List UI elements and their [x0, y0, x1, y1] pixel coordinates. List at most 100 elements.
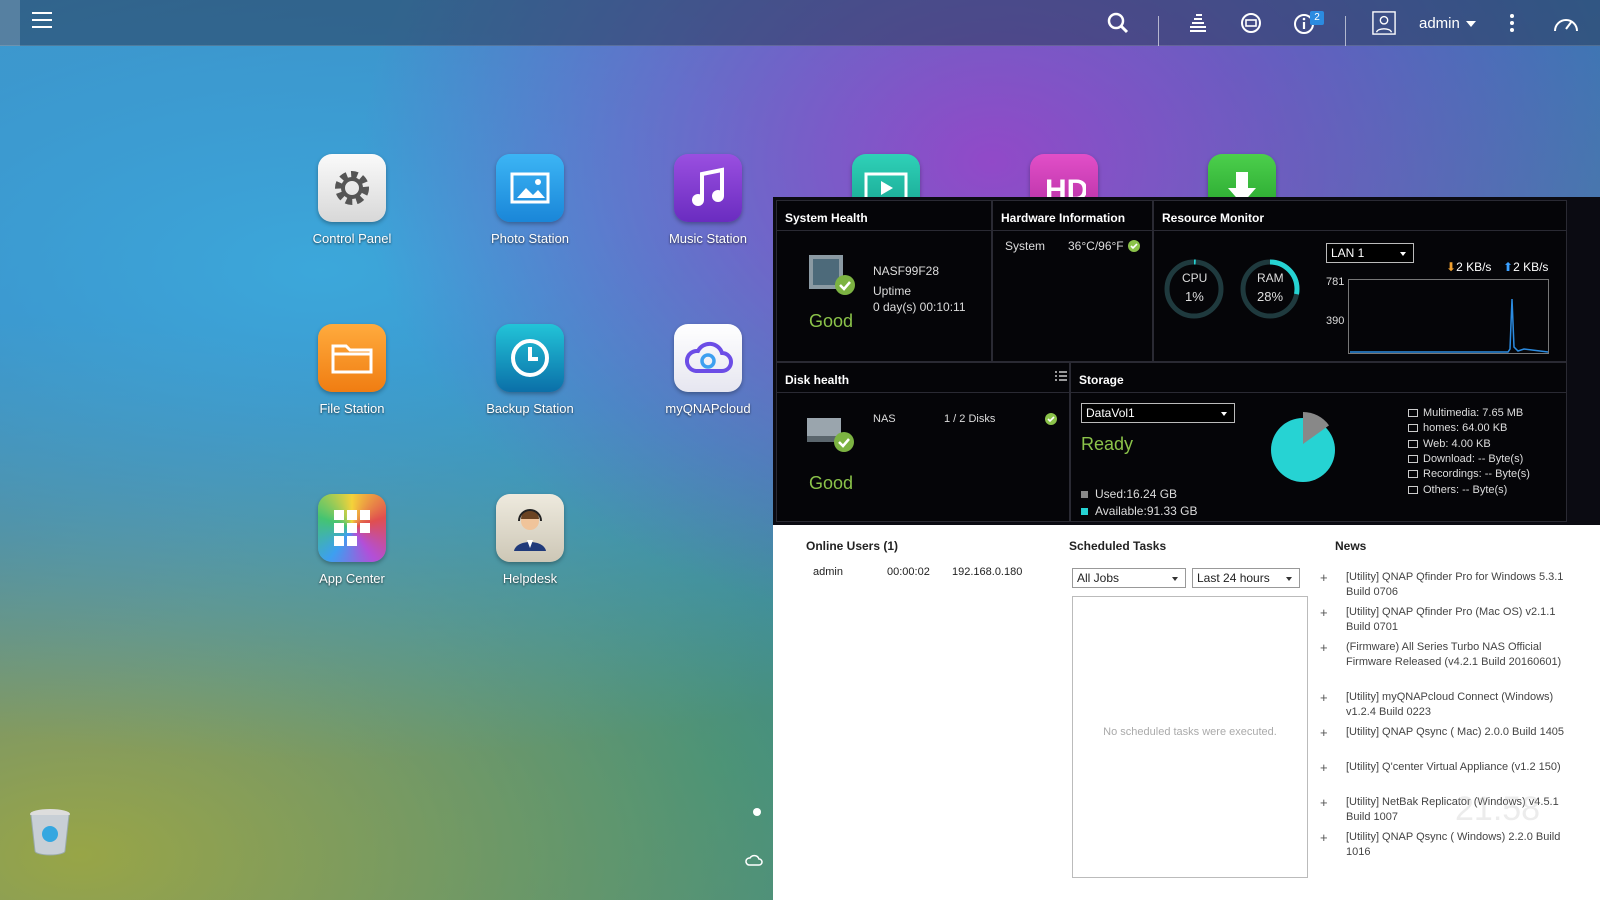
download-rate-value: 2 KB/s	[1456, 260, 1492, 274]
jobs-filter-select[interactable]: All Jobs	[1072, 568, 1186, 588]
available-value: Available:91.33 GB	[1095, 504, 1198, 518]
uptime-value: 0 day(s) 00:10:11	[873, 300, 966, 314]
folder-icon	[1408, 486, 1418, 495]
folder-usage-text: Download: -- Byte(s)	[1423, 453, 1524, 465]
cpu-value: 1%	[1185, 289, 1204, 304]
uptime-label: Uptime	[873, 284, 912, 298]
folder-usage-text: Others: -- Byte(s)	[1423, 484, 1508, 496]
app-file-station[interactable]: File Station	[277, 324, 427, 416]
net-axis-top: 781	[1326, 276, 1345, 288]
folder-usage-row: Web: 4.00 KB	[1408, 438, 1491, 450]
news-item[interactable]: (Firmware) All Series Turbo NAS Official…	[1346, 640, 1576, 670]
check-icon	[1045, 413, 1057, 425]
cloud-icon	[674, 324, 742, 392]
expand-news-icon[interactable]: +	[1320, 690, 1328, 705]
resource-monitor-panel: Resource Monitor CPU 1% RAM 28% LAN 1 ⬇2…	[1153, 200, 1567, 362]
background-tasks-icon[interactable]	[1186, 11, 1210, 35]
disk-name: NAS	[873, 413, 896, 425]
available-swatch	[1081, 508, 1088, 515]
volume-select[interactable]: DataVol1	[1081, 403, 1235, 423]
app-grid-icon	[318, 494, 386, 562]
expand-news-icon[interactable]: +	[1320, 570, 1328, 585]
list-view-icon[interactable]	[1055, 371, 1067, 381]
app-label: Music Station	[668, 231, 748, 246]
notification-badge: 2	[1310, 11, 1324, 25]
news-item[interactable]: [Utility] QNAP Qfinder Pro (Mac OS) v2.1…	[1346, 605, 1576, 635]
temperature-value: 36°C/96°F	[1068, 239, 1124, 253]
photo-icon	[496, 154, 564, 222]
external-device-icon[interactable]	[1239, 11, 1263, 35]
chevron-down-icon[interactable]	[1466, 21, 1476, 27]
expand-news-icon[interactable]: +	[1320, 640, 1328, 655]
app-label: App Center	[319, 571, 385, 586]
hamburger-menu-icon[interactable]	[32, 12, 52, 30]
scheduled-tasks-list: No scheduled tasks were executed.	[1072, 596, 1308, 878]
expand-news-icon[interactable]: +	[1320, 605, 1328, 620]
app-label: myQNAPcloud	[665, 401, 751, 416]
page-indicator-dot[interactable]	[753, 808, 761, 816]
upload-rate: ⬆2 KB/s	[1503, 260, 1548, 274]
top-bar: 2 admin	[0, 0, 1600, 46]
expand-news-icon[interactable]: +	[1320, 725, 1328, 740]
upload-arrow-icon: ⬆	[1503, 260, 1514, 274]
folder-icon	[1408, 470, 1418, 479]
folder-usage-row: Multimedia: 7.65 MB	[1408, 407, 1523, 419]
app-backup-station[interactable]: Backup Station	[455, 324, 605, 416]
time-range-select[interactable]: Last 24 hours	[1192, 568, 1300, 588]
folder-usage-text: homes: 64.00 KB	[1423, 422, 1508, 434]
folder-icon	[1408, 455, 1418, 464]
cloud-status-icon[interactable]	[744, 853, 764, 867]
empty-tasks-message: No scheduled tasks were executed.	[1103, 726, 1277, 738]
folder-usage-row: homes: 64.00 KB	[1408, 422, 1507, 434]
news-item[interactable]: [Utility] Q'center Virtual Appliance (v1…	[1346, 760, 1576, 775]
scheduled-tasks-title: Scheduled Tasks	[1069, 539, 1167, 553]
dashboard-gauge-icon[interactable]	[1552, 11, 1580, 35]
expand-news-icon[interactable]: +	[1320, 760, 1328, 775]
volume-select-value: DataVol1	[1086, 406, 1135, 420]
app-myqnapcloud[interactable]: myQNAPcloud	[633, 324, 783, 416]
download-arrow-icon: ⬇	[1446, 260, 1457, 274]
online-user-name: admin	[813, 566, 843, 578]
hard-disk-icon	[807, 418, 854, 452]
time-range-value: Last 24 hours	[1197, 571, 1270, 585]
panel-title: Resource Monitor	[1154, 201, 1566, 231]
upload-rate-value: 2 KB/s	[1513, 260, 1549, 274]
news-item[interactable]: [Utility] QNAP Qfinder Pro for Windows 5…	[1346, 570, 1576, 600]
health-status: Good	[809, 311, 854, 331]
folder-usage-row: Others: -- Byte(s)	[1408, 484, 1507, 496]
app-label: Photo Station	[490, 231, 570, 246]
chevron-down-icon	[1400, 252, 1406, 256]
news-item[interactable]: [Utility] myQNAPcloud Connect (Windows) …	[1346, 690, 1576, 720]
chevron-down-icon	[1172, 577, 1178, 581]
app-label: Backup Station	[486, 401, 574, 416]
folder-icon	[1408, 440, 1418, 449]
app-app-center[interactable]: App Center	[277, 494, 427, 586]
toolbar-separator	[1158, 16, 1159, 46]
system-label: System	[1005, 239, 1046, 253]
network-traffic-chart	[1348, 279, 1549, 354]
news-item[interactable]: [Utility] QNAP Qsync ( Mac) 2.0.0 Build …	[1346, 725, 1576, 740]
app-music-station[interactable]: Music Station	[633, 154, 783, 246]
disk-count: 1 / 2 Disks	[944, 413, 996, 425]
news-item[interactable]: [Utility] QNAP Qsync ( Windows) 2.2.0 Bu…	[1346, 830, 1576, 860]
user-menu-label[interactable]: admin	[1419, 15, 1460, 32]
expand-news-icon[interactable]: +	[1320, 830, 1328, 845]
gear-icon	[318, 154, 386, 222]
app-control-panel[interactable]: Control Panel	[277, 154, 427, 246]
folder-usage-text: Multimedia: 7.65 MB	[1423, 407, 1524, 419]
panel-title: Disk health	[777, 363, 1069, 393]
main-menu-tab[interactable]	[0, 0, 20, 46]
online-users-title: Online Users (1)	[806, 539, 899, 553]
app-photo-station[interactable]: Photo Station	[455, 154, 605, 246]
more-options-icon[interactable]	[1500, 11, 1524, 35]
expand-news-icon[interactable]: +	[1320, 795, 1328, 810]
download-rate: ⬇2 KB/s	[1446, 260, 1491, 274]
search-icon[interactable]	[1106, 11, 1130, 35]
nas-device-icon	[809, 255, 855, 295]
app-helpdesk[interactable]: Helpdesk	[455, 494, 605, 586]
net-axis-mid: 390	[1326, 315, 1345, 327]
recycle-bin-icon[interactable]	[28, 808, 72, 856]
lan-select[interactable]: LAN 1	[1326, 243, 1414, 263]
user-avatar-icon[interactable]	[1372, 11, 1396, 35]
panel-title: System Health	[777, 201, 991, 231]
